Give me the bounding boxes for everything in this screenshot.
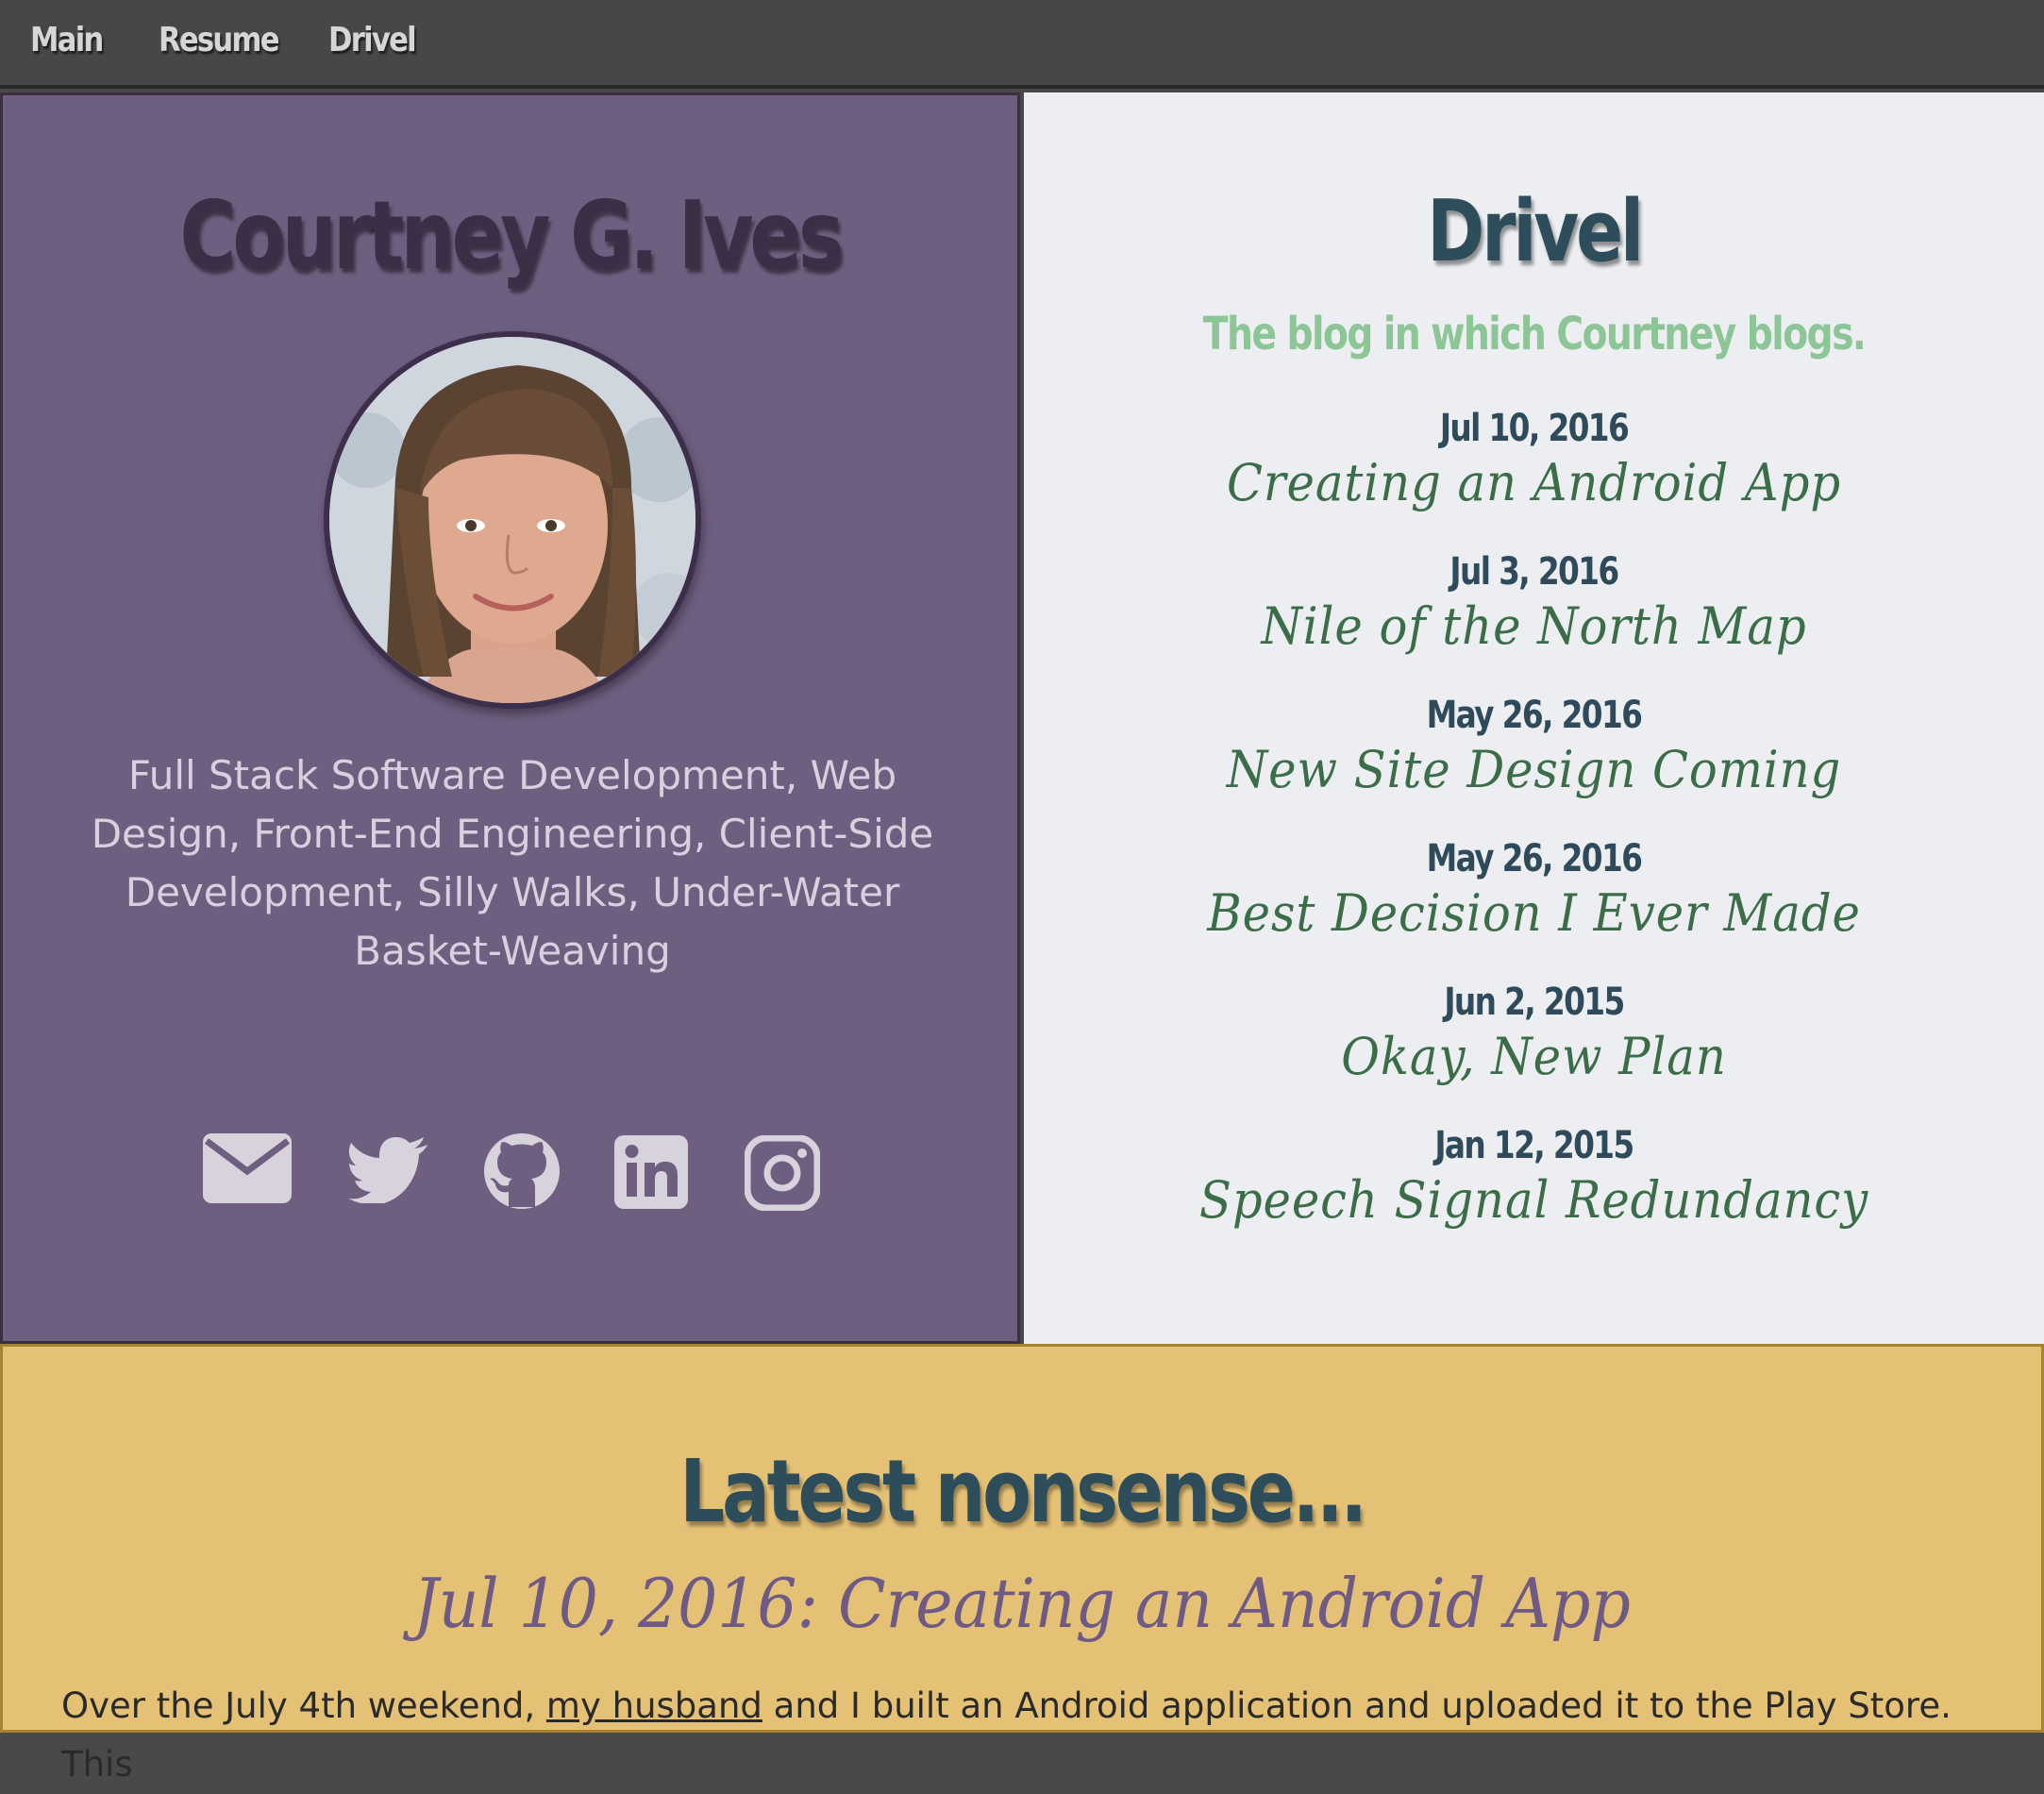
post-date: Jul 10, 2016: [1439, 407, 1630, 450]
post-title-link[interactable]: Creating an Android App: [1064, 453, 2003, 513]
post-title-link[interactable]: Nile of the North Map: [1064, 596, 2003, 657]
latest-post-body: Over the July 4th weekend, my husband an…: [61, 1677, 1996, 1794]
blog-post-item: May 26, 2016 New Site Design Coming: [1024, 691, 2044, 834]
envelope-icon[interactable]: [203, 1133, 292, 1203]
avatar-photo: [329, 337, 695, 703]
blog-panel: Drivel The blog in which Courtney blogs.…: [1024, 92, 2044, 1344]
linkedin-icon[interactable]: [614, 1135, 688, 1209]
profile-panel: Courtney G. Ives Full Stack Software Dev…: [0, 92, 1020, 1344]
nav-link-main[interactable]: Main: [30, 21, 104, 59]
post-title-link[interactable]: Okay, New Plan: [1064, 1027, 2003, 1087]
husband-link[interactable]: my husband: [546, 1685, 762, 1726]
blog-subtitle: The blog in which Courtney blogs.: [1202, 308, 1867, 360]
blog-post-item: Jul 10, 2016 Creating an Android App: [1024, 404, 2044, 547]
post-title-link[interactable]: Speech Signal Redundancy: [1064, 1170, 2003, 1231]
blog-post-item: May 26, 2016 Best Decision I Ever Made: [1024, 834, 2044, 978]
instagram-icon[interactable]: [745, 1135, 820, 1211]
post-date: May 26, 2016: [1426, 694, 1643, 737]
nav-link-drivel[interactable]: Drivel: [328, 21, 417, 59]
post-title-link[interactable]: Best Decision I Ever Made: [1064, 883, 2003, 944]
post-date: Jun 2, 2015: [1444, 981, 1625, 1024]
social-links: [3, 1133, 1017, 1218]
blog-post-item: Jul 3, 2016 Nile of the North Map: [1024, 547, 2044, 691]
latest-section: Latest nonsense... Jul 10, 2016: Creatin…: [0, 1344, 2044, 1785]
blog-post-item: Jun 2, 2015 Okay, New Plan: [1024, 978, 2044, 1121]
blog-post-item: Jan 12, 2015 Speech Signal Redundancy: [1024, 1121, 2044, 1265]
post-date: Jul 3, 2016: [1449, 550, 1619, 594]
top-nav: Main Resume Drivel: [0, 0, 2044, 89]
latest-body-text: Over the July 4th weekend,: [61, 1685, 546, 1726]
profile-name: Courtney G. Ives: [179, 180, 844, 291]
profile-tagline: Full Stack Software Development, Web Des…: [91, 752, 934, 974]
post-title-link[interactable]: New Site Design Coming: [1064, 740, 2003, 800]
post-date: May 26, 2016: [1426, 837, 1643, 880]
post-date: Jan 12, 2015: [1434, 1124, 1634, 1167]
twitter-icon[interactable]: [348, 1137, 427, 1203]
blog-title[interactable]: Drivel: [1115, 182, 1952, 281]
latest-post-title[interactable]: Jul 10, 2016: Creating an Android App: [84, 1564, 1959, 1643]
blog-post-list: Jul 10, 2016 Creating an Android App Jul…: [1024, 404, 2044, 1265]
avatar: [324, 331, 701, 709]
latest-heading: Latest nonsense...: [679, 1441, 1367, 1542]
nav-link-resume[interactable]: Resume: [159, 21, 279, 59]
github-icon[interactable]: [484, 1133, 560, 1209]
